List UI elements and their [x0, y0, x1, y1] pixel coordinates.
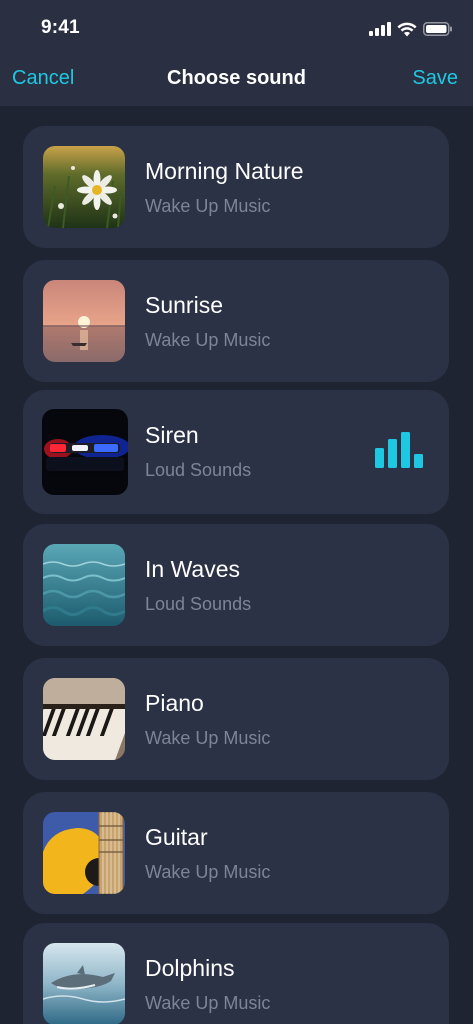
sound-item-guitar[interactable]: Guitar Wake Up Music: [23, 792, 449, 914]
sound-category: Loud Sounds: [145, 460, 252, 480]
ocean-waves-image: [43, 544, 125, 626]
police-siren-image: [42, 409, 128, 495]
save-button[interactable]: Save: [412, 67, 458, 90]
dolphins-image: [43, 943, 125, 1024]
piano-keys-image: [43, 678, 125, 760]
wifi-icon: [397, 22, 417, 36]
sound-item-dolphins[interactable]: Dolphins Wake Up Music: [23, 923, 449, 1024]
guitar-image: [43, 812, 125, 894]
now-playing-equalizer-icon: [375, 432, 423, 468]
sound-title: Siren: [145, 422, 199, 448]
status-bar: 9:41: [0, 0, 473, 56]
sound-item-in-waves[interactable]: In Waves Loud Sounds: [23, 524, 449, 646]
sound-title: Morning Nature: [145, 158, 304, 184]
sound-title: Piano: [145, 690, 204, 716]
sound-category: Wake Up Music: [145, 728, 271, 748]
sound-item-siren[interactable]: Siren Loud Sounds: [23, 390, 449, 514]
status-time: 9:41: [41, 17, 80, 38]
app-header: 9:41 Cancel Choose sound Save: [0, 0, 473, 106]
cellular-signal-icon: [369, 22, 391, 36]
page-title: Choose sound: [167, 67, 306, 89]
battery-icon: [423, 22, 452, 36]
status-icons: [369, 20, 453, 38]
sound-category: Wake Up Music: [145, 330, 271, 350]
sound-category: Wake Up Music: [145, 993, 271, 1013]
sound-category: Wake Up Music: [145, 196, 271, 216]
sound-category: Wake Up Music: [145, 862, 271, 882]
sound-title: Dolphins: [145, 955, 235, 981]
daisy-flower-image: [43, 146, 125, 228]
sound-item-sunrise[interactable]: Sunrise Wake Up Music: [23, 260, 449, 382]
sound-item-piano[interactable]: Piano Wake Up Music: [23, 658, 449, 780]
sound-title: Sunrise: [145, 292, 223, 318]
sound-title: Guitar: [145, 824, 208, 850]
sound-title: In Waves: [145, 556, 241, 582]
sound-item-morning-nature[interactable]: Morning Nature Wake Up Music: [23, 126, 449, 248]
sound-category: Loud Sounds: [145, 594, 252, 614]
sound-list: Morning Nature Wake Up Music Sunrise Wak…: [0, 106, 473, 1024]
navigation-bar: Cancel Choose sound Save: [0, 56, 473, 106]
sunrise-image: [43, 280, 125, 362]
